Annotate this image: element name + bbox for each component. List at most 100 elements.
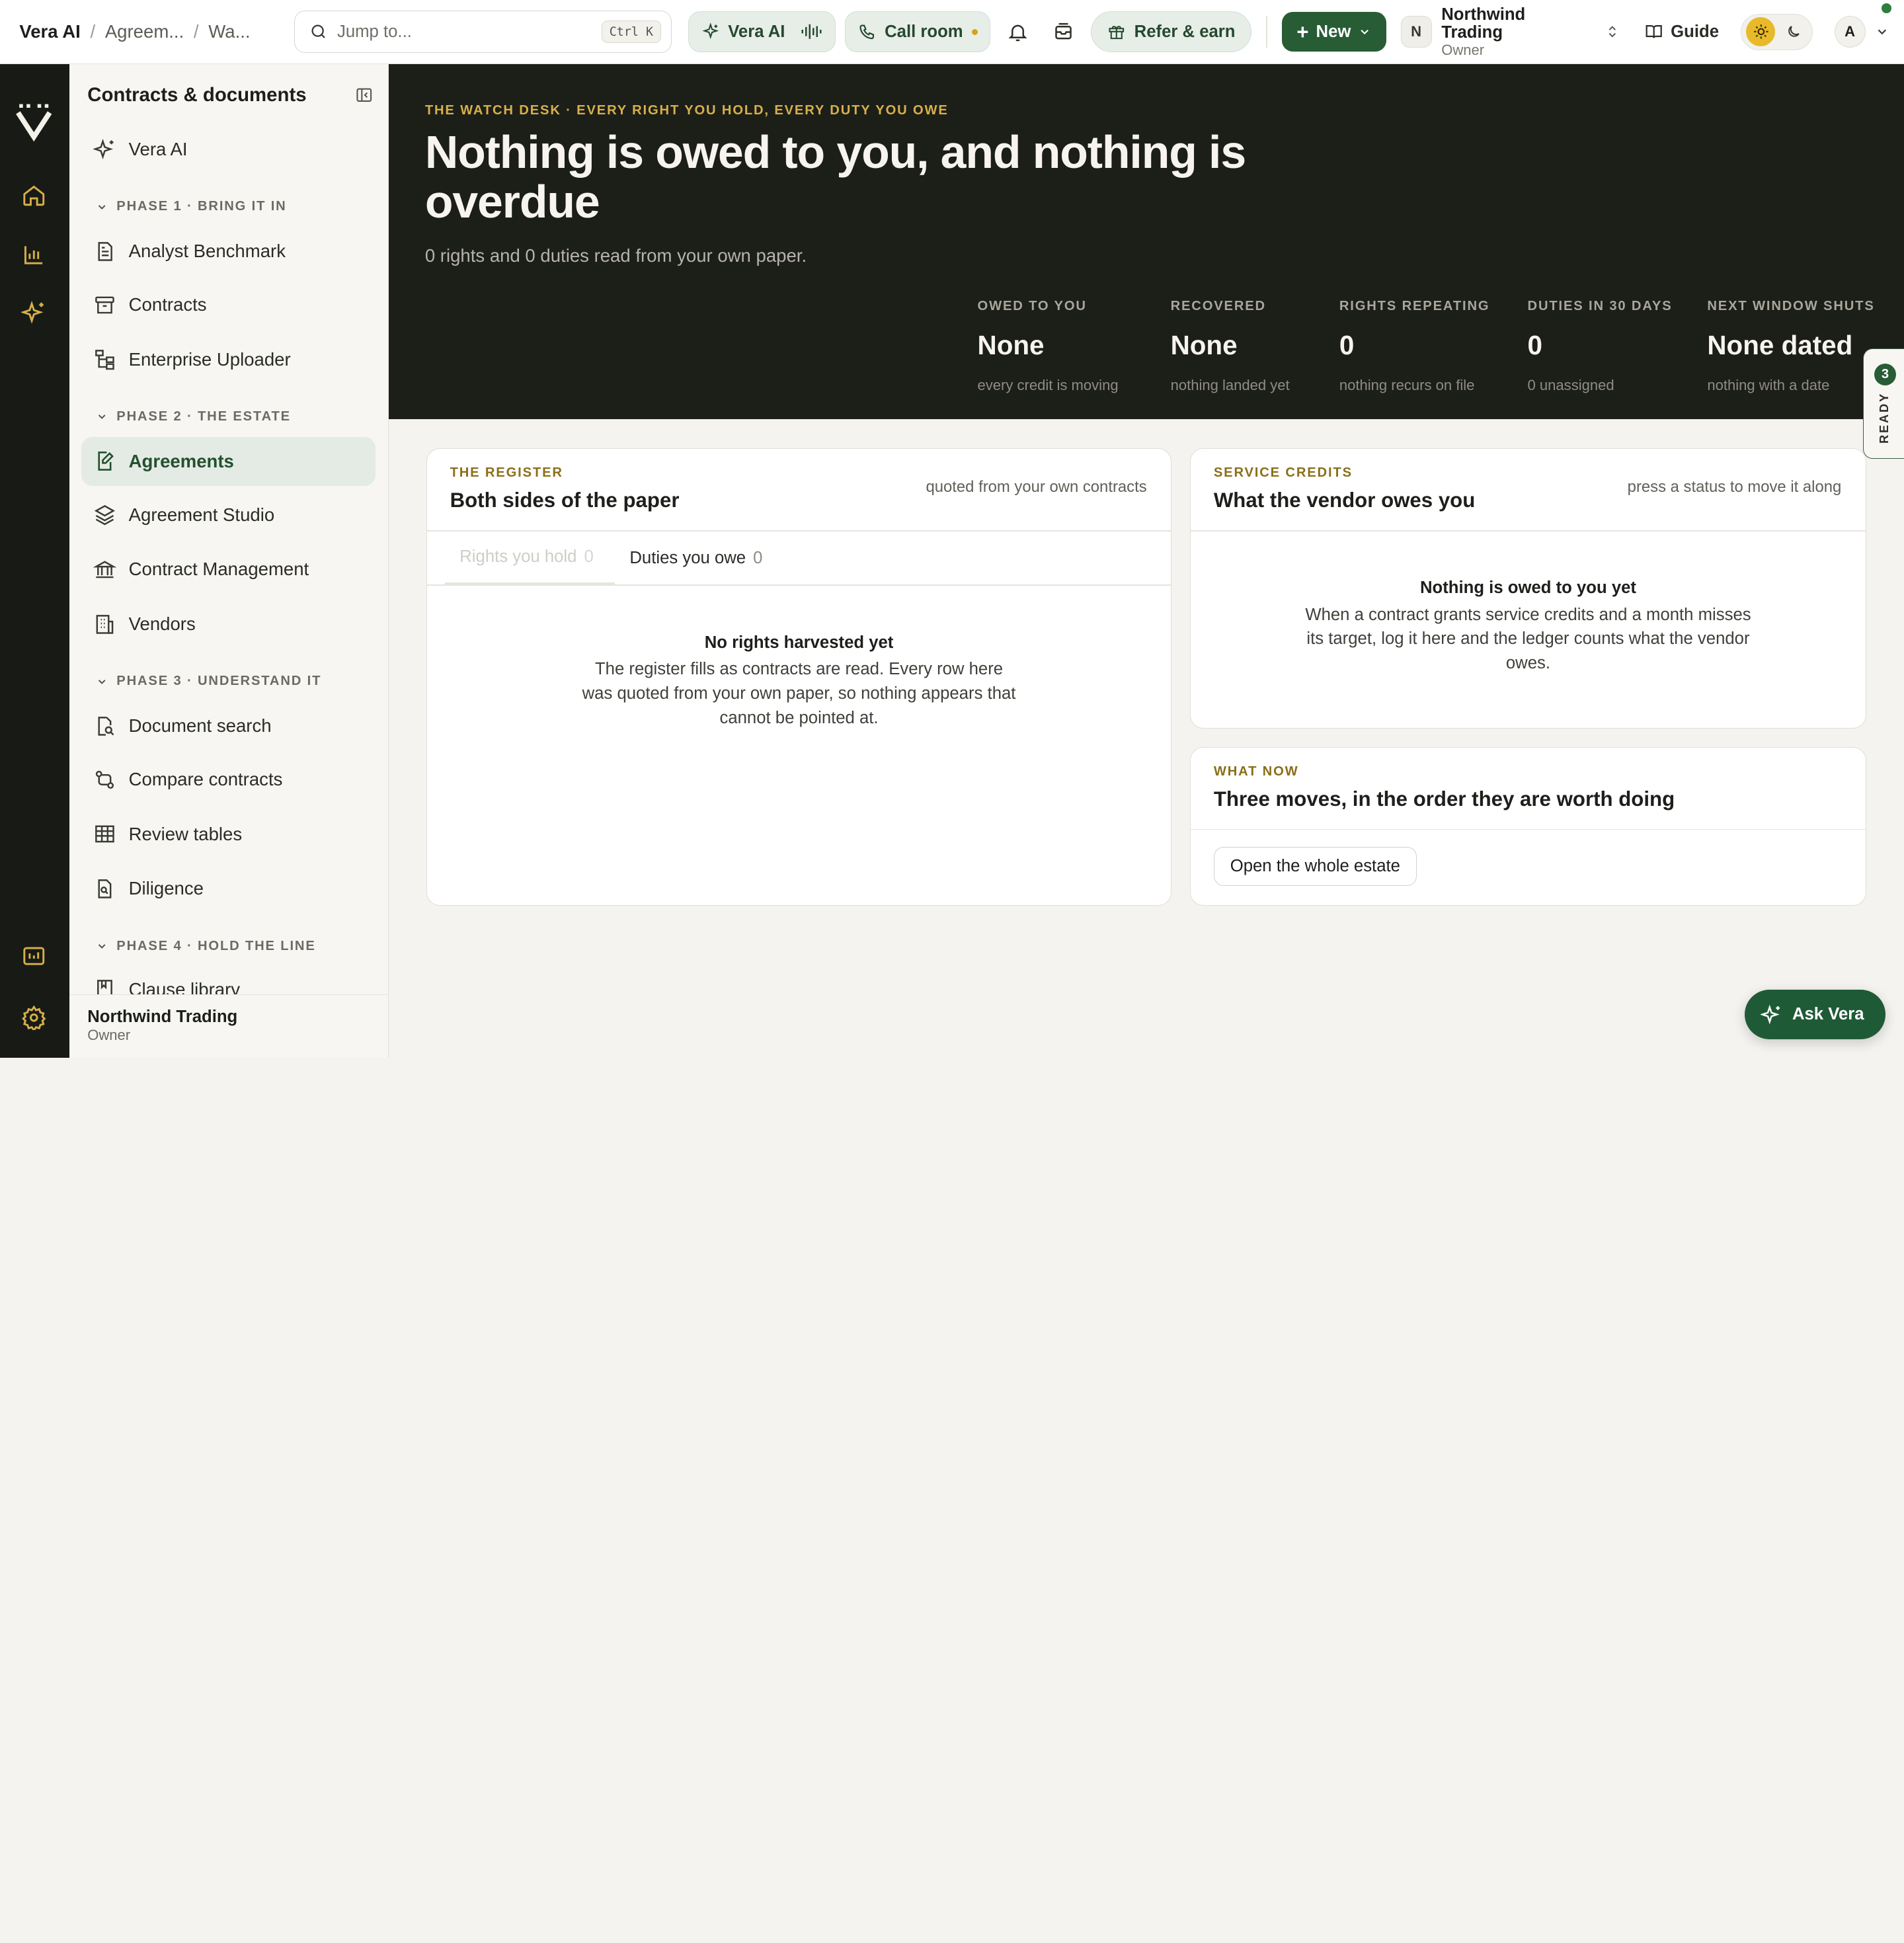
tab-count: 0 [584, 547, 594, 567]
search-placeholder: Jump to... [337, 22, 412, 41]
folder-icon[interactable] [19, 941, 48, 970]
layers-icon [95, 505, 116, 526]
tab-label: Duties you owe [629, 548, 746, 567]
moon-icon[interactable] [1780, 19, 1807, 45]
sidebar-item-label: Enterprise Uploader [128, 348, 291, 370]
sidebar-item-enterprise-uploader[interactable]: Enterprise Uploader [81, 335, 375, 383]
stat-note: nothing recurs on file [1339, 376, 1475, 393]
sidebar-header: Contracts & documents [87, 84, 373, 106]
register-card: THE REGISTER Both sides of the paper quo… [426, 448, 1172, 906]
chevron-down-icon [98, 204, 106, 210]
stat-value: None dated [1707, 329, 1853, 360]
stat-note: 0 unassigned [1527, 376, 1614, 393]
breadcrumb-separator: / [193, 21, 199, 42]
sparkle-icon [93, 139, 114, 160]
search-shortcut: Ctrl K [601, 20, 662, 44]
card-hint: quoted from your own contracts [926, 477, 1147, 496]
empty-text: When a contract grants service credits a… [1305, 605, 1751, 673]
hero-subtitle: 0 rights and 0 duties read from your own… [424, 245, 807, 266]
breadcrumb-item-agreements[interactable]: Agreem... [105, 21, 184, 42]
plus-icon: + [1296, 20, 1309, 44]
tab-rights-you-hold[interactable]: Rights you hold 0 [445, 532, 615, 585]
open-estate-button[interactable]: Open the whole estate [1213, 847, 1417, 886]
chevron-down-icon [98, 679, 106, 684]
sidebar-item-label: Review tables [128, 823, 243, 844]
sidebar-item-review-tables[interactable]: Review tables [81, 810, 375, 858]
card-hint: press a status to move it along [1627, 477, 1842, 496]
sidebar-item-label: Document search [128, 715, 272, 736]
guide-button[interactable]: Guide [1644, 22, 1719, 41]
sidebar-item-agreement-studio[interactable]: Agreement Studio [81, 491, 375, 539]
sidebar-item-label: Contract Management [128, 559, 309, 580]
sidebar-item-document-search[interactable]: Document search [81, 702, 375, 750]
phase-4-header[interactable]: PHASE 4 · HOLD THE LINE [96, 939, 316, 954]
org-name: Northwind Trading [1441, 5, 1526, 42]
stat-value: 0 [1339, 329, 1355, 360]
home-icon[interactable] [19, 181, 48, 210]
sidebar-item-label: Vera AI [128, 138, 188, 159]
book-icon [1646, 25, 1662, 39]
sun-icon[interactable] [1746, 17, 1776, 47]
chevron-down-icon [98, 944, 106, 949]
divider [1266, 16, 1268, 48]
chevron-down-icon[interactable] [1875, 24, 1889, 39]
phase-2-header[interactable]: PHASE 2 · THE ESTATE [96, 409, 291, 424]
vera-ai-button[interactable]: Vera AI [688, 11, 836, 53]
org-switcher[interactable]: N Northwind Trading Owner [1400, 5, 1620, 58]
stat-owed-to-you: OWED TO YOU None every credit is moving [978, 299, 1119, 394]
card-eyebrow: SERVICE CREDITS [1213, 465, 1353, 481]
sidebar-item-compare-contracts[interactable]: Compare contracts [81, 755, 375, 803]
vera-ai-label: Vera AI [728, 22, 785, 41]
user-avatar[interactable]: A [1834, 3, 1891, 48]
stat-next-window: NEXT WINDOW SHUTS None dated nothing wit… [1707, 299, 1874, 394]
org-role: Owner [1441, 41, 1485, 58]
sidebar-item-contract-management[interactable]: Contract Management [81, 545, 375, 594]
stat-note: nothing landed yet [1170, 376, 1290, 393]
archive-icon [95, 296, 115, 313]
call-room-button[interactable]: Call room [845, 11, 991, 53]
refer-earn-button[interactable]: Refer & earn [1091, 11, 1252, 53]
collapse-sidebar-icon[interactable] [355, 86, 374, 104]
search-icon [311, 24, 325, 39]
phase-1-header[interactable]: PHASE 1 · BRING IT IN [96, 199, 287, 214]
settings-icon[interactable] [19, 1003, 48, 1032]
phase-3-header[interactable]: PHASE 3 · UNDERSTAND IT [96, 674, 321, 689]
notifications-button[interactable] [1000, 14, 1036, 50]
phase-label: PHASE 2 · THE ESTATE [116, 409, 291, 424]
ready-drawer-tab[interactable]: 3 READY [1862, 348, 1904, 459]
inbox-button[interactable] [1046, 14, 1082, 50]
theme-toggle[interactable] [1741, 13, 1813, 50]
compare-icon [96, 770, 114, 789]
tab-duties-you-owe[interactable]: Duties you owe 0 [615, 532, 777, 585]
ready-label: READY [1876, 392, 1891, 444]
sidebar-item-vera-ai[interactable]: Vera AI [81, 125, 375, 173]
call-status-dot [971, 28, 978, 35]
breadcrumb-item-vera[interactable]: Vera AI [19, 21, 80, 42]
ask-vera-button[interactable]: Ask Vera [1745, 989, 1886, 1040]
sidebar-item-analyst-benchmark[interactable]: Analyst Benchmark [81, 227, 375, 275]
sidebar-item-vendors[interactable]: Vendors [81, 600, 375, 648]
voice-wave-icon[interactable] [801, 22, 822, 41]
search-input[interactable]: Jump to... Ctrl K [294, 11, 672, 54]
empty-text: The register fills as contracts are read… [582, 660, 1016, 727]
tab-count: 0 [753, 548, 763, 567]
analytics-icon[interactable] [19, 241, 48, 270]
phase-label: PHASE 1 · BRING IT IN [116, 199, 287, 214]
sidebar-item-contracts[interactable]: Contracts [81, 280, 375, 329]
gift-icon [1109, 26, 1125, 40]
sparkle-icon [702, 22, 719, 40]
breadcrumb-item-current[interactable]: Wa... [208, 21, 250, 42]
brand-logo[interactable] [13, 100, 54, 147]
divider [426, 584, 1171, 586]
ask-vera-label: Ask Vera [1792, 1005, 1864, 1024]
card-title: Three moves, in the order they are worth… [1213, 787, 1675, 811]
stat-duties-30-days: DUTIES IN 30 DAYS 0 0 unassigned [1528, 299, 1673, 394]
chevron-updown-icon [1609, 26, 1616, 38]
sidebar-item-diligence[interactable]: Diligence [81, 865, 375, 913]
sidebar-item-agreements[interactable]: Agreements [81, 437, 376, 486]
new-button[interactable]: + New [1282, 11, 1386, 52]
sparkle-icon[interactable] [19, 297, 48, 327]
sidebar-item-label: Contracts [128, 294, 207, 315]
sidebar-footer[interactable]: Northwind Trading Owner [69, 994, 387, 1058]
stat-recovered: RECOVERED None nothing landed yet [1171, 299, 1290, 394]
